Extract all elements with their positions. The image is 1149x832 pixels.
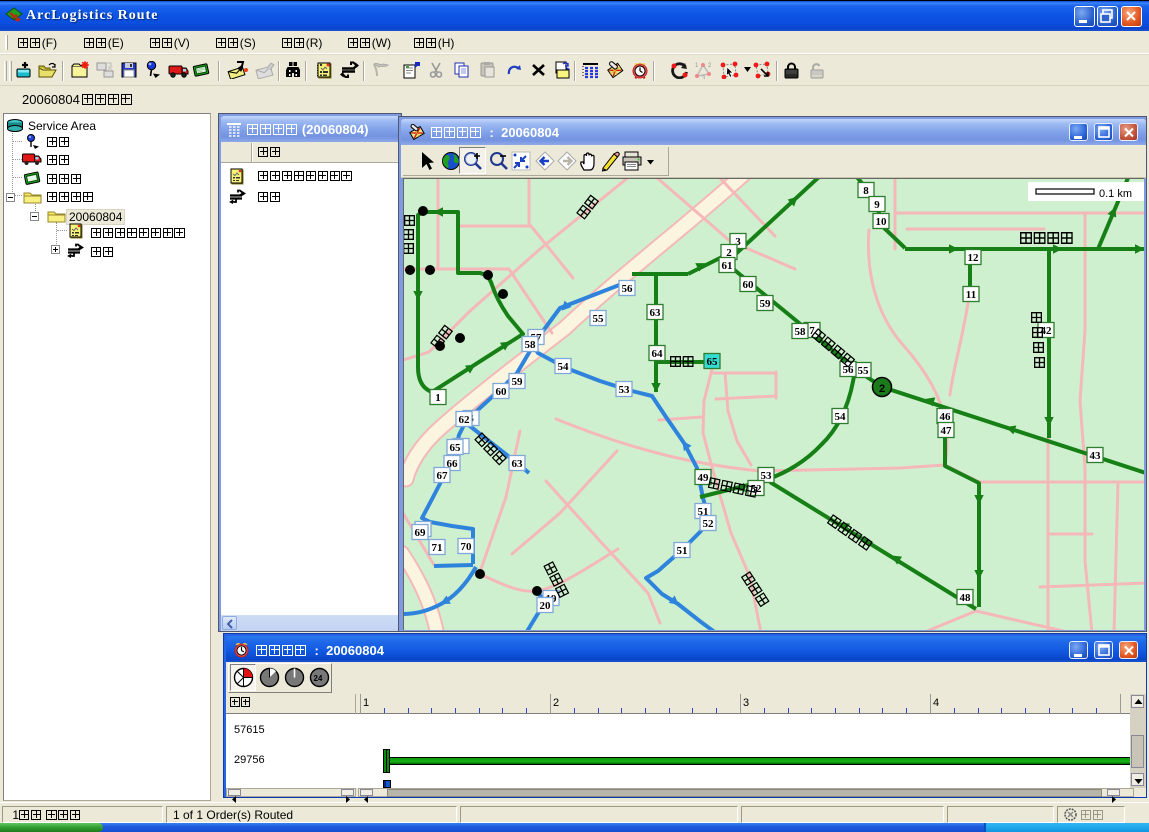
svg-text:60: 60 xyxy=(743,279,755,291)
svg-text:24: 24 xyxy=(314,674,323,683)
svg-text:58: 58 xyxy=(795,326,807,338)
svg-text:12: 12 xyxy=(968,252,980,264)
svg-text:8: 8 xyxy=(863,185,869,197)
svg-text:54: 54 xyxy=(835,411,847,423)
svg-text:1: 1 xyxy=(695,63,699,69)
svg-text:48: 48 xyxy=(960,592,972,604)
svg-text:20: 20 xyxy=(540,600,552,612)
svg-text:55: 55 xyxy=(858,365,870,377)
svg-text:43: 43 xyxy=(1090,450,1102,462)
svg-text:2: 2 xyxy=(708,63,712,69)
svg-text:52: 52 xyxy=(703,518,715,530)
svg-text:46: 46 xyxy=(940,411,952,423)
svg-text:69: 69 xyxy=(415,527,427,539)
svg-text:71: 71 xyxy=(432,542,443,554)
svg-text:59: 59 xyxy=(760,298,772,310)
svg-text:55: 55 xyxy=(593,313,605,325)
svg-text:63: 63 xyxy=(650,307,662,319)
svg-text:67: 67 xyxy=(437,470,449,482)
svg-text:51: 51 xyxy=(677,545,688,557)
svg-text:60: 60 xyxy=(496,386,508,398)
svg-text:1: 1 xyxy=(435,392,441,404)
svg-text:9: 9 xyxy=(874,199,880,211)
svg-text:56: 56 xyxy=(622,283,634,295)
svg-text:64: 64 xyxy=(652,348,664,360)
svg-text:56: 56 xyxy=(843,364,855,376)
svg-text:65: 65 xyxy=(707,356,719,368)
svg-text:0.1 km: 0.1 km xyxy=(1099,188,1132,200)
svg-text:61: 61 xyxy=(722,260,733,272)
svg-text:65: 65 xyxy=(450,442,462,454)
svg-text:58: 58 xyxy=(525,339,537,351)
svg-text:62: 62 xyxy=(459,414,471,426)
svg-text:2: 2 xyxy=(879,383,885,395)
svg-text:70: 70 xyxy=(461,541,473,553)
svg-text:3: 3 xyxy=(702,76,706,79)
svg-text:49: 49 xyxy=(698,472,710,484)
svg-text:53: 53 xyxy=(619,384,631,396)
svg-text:11: 11 xyxy=(966,289,976,301)
svg-text:59: 59 xyxy=(512,376,524,388)
svg-text:63: 63 xyxy=(512,458,524,470)
svg-text:47: 47 xyxy=(941,425,953,437)
svg-text:54: 54 xyxy=(558,361,570,373)
svg-text:10: 10 xyxy=(876,216,888,228)
